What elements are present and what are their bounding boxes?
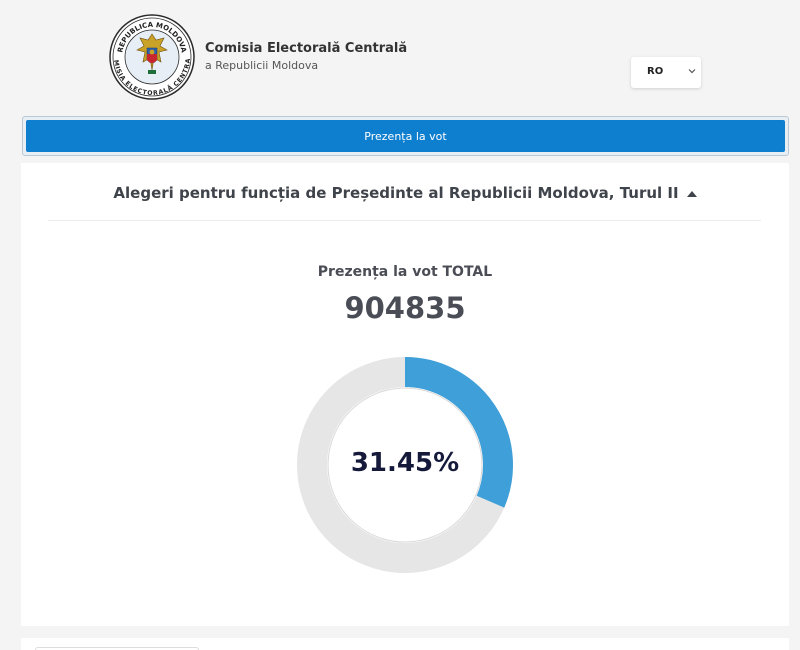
language-value: RO — [647, 66, 664, 77]
org-name: Comisia Electorală Centrală — [205, 41, 408, 56]
chevron-down-icon — [688, 69, 696, 74]
language-select[interactable]: RO — [631, 57, 701, 88]
tab-turnout[interactable]: Prezența la vot — [26, 120, 785, 152]
turnout-card: Alegeri pentru funcția de Președinte al … — [21, 163, 789, 626]
header: REPUBLICA MOLDOVA COMISIA ELECTORALĂ CEN… — [0, 0, 800, 112]
election-title: Alegeri pentru funcția de Președinte al … — [113, 184, 679, 202]
org-subtitle: a Republicii Moldova — [205, 59, 319, 72]
caret-up-icon — [686, 191, 697, 197]
tab-bar: Prezența la vot — [22, 116, 789, 156]
cec-seal-logo: REPUBLICA MOLDOVA COMISIA ELECTORALĂ CEN… — [109, 14, 195, 100]
divider — [48, 220, 761, 221]
tab-turnout-label: Prezența la vot — [364, 129, 447, 143]
next-card — [21, 638, 789, 650]
turnout-percent: 31.45% — [350, 448, 460, 478]
turnout-total: 904835 — [344, 291, 466, 325]
page: REPUBLICA MOLDOVA COMISIA ELECTORALĂ CEN… — [0, 0, 800, 650]
turnout-heading: Prezența la vot TOTAL — [317, 264, 493, 280]
election-toggle[interactable]: Alegeri pentru funcția de Președinte al … — [21, 181, 789, 205]
